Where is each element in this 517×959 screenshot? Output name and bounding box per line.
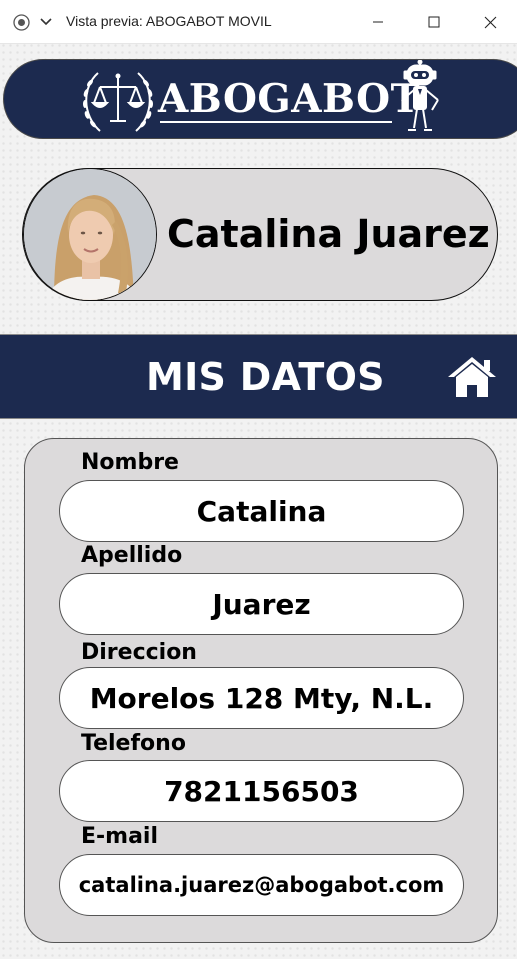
scales-of-justice-icon [83, 72, 153, 132]
nombre-label: Nombre [81, 450, 179, 475]
logo-underline [160, 121, 392, 123]
close-button[interactable] [462, 0, 517, 44]
window-title: Vista previa: ABOGABOT MOVIL [66, 13, 272, 29]
email-label: E-mail [81, 824, 159, 849]
minimize-icon [373, 21, 383, 23]
maximize-icon [428, 16, 440, 28]
apellido-label: Apellido [81, 543, 183, 568]
avatar[interactable] [23, 168, 157, 301]
nombre-field[interactable]: Catalina [59, 480, 464, 542]
telefono-field[interactable]: 7821156503 [59, 760, 464, 822]
avatar-photo [24, 169, 156, 300]
app-record-icon[interactable] [13, 14, 30, 31]
chevron-down-icon[interactable] [39, 16, 53, 28]
apellido-field[interactable]: Juarez [59, 573, 464, 635]
maximize-button[interactable] [406, 0, 462, 44]
direccion-label: Direccion [81, 640, 197, 665]
profile-name: Catalina Juarez [167, 212, 490, 256]
minimize-button[interactable] [350, 0, 406, 44]
close-icon [484, 16, 496, 28]
section-title: MIS DATOS [146, 355, 385, 399]
logo-text: ABOGABOT [158, 76, 421, 122]
window-titlebar: Vista previa: ABOGABOT MOVIL [0, 0, 517, 44]
email-field[interactable]: catalina.juarez@abogabot.com [59, 854, 464, 916]
telefono-label: Telefono [81, 731, 186, 756]
direccion-field[interactable]: Morelos 128 Mty, N.L. [59, 667, 464, 729]
robot-icon [401, 60, 439, 131]
home-icon[interactable] [446, 355, 498, 399]
